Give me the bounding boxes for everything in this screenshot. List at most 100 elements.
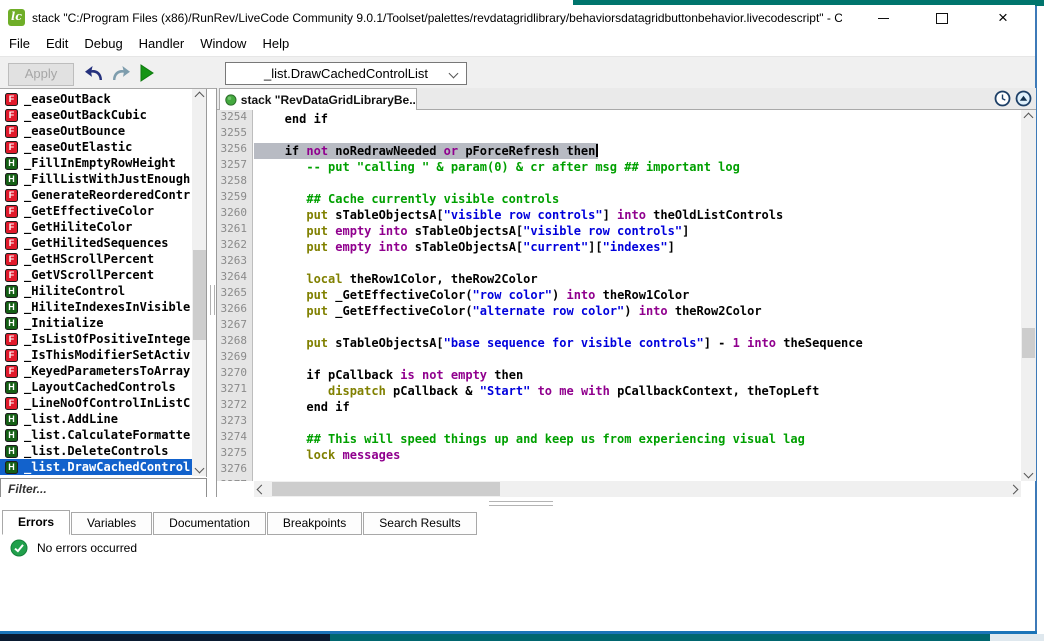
sidebar-item[interactable]: H_list.CalculateFormatte bbox=[0, 427, 192, 443]
scroll-down-icon[interactable] bbox=[1021, 466, 1036, 481]
sidebar-item[interactable]: F_GetEffectiveColor bbox=[0, 203, 192, 219]
function-icon: F bbox=[5, 141, 18, 154]
sidebar-item[interactable]: F_easeOutElastic bbox=[0, 139, 192, 155]
tab-variables[interactable]: Variables bbox=[71, 512, 152, 535]
sidebar-item[interactable]: F_GetHScrollPercent bbox=[0, 251, 192, 267]
code-line[interactable]: put _GetEffectiveColor("alternate row co… bbox=[253, 302, 1021, 318]
sidebar-item[interactable]: F_LineNoOfControlInListC bbox=[0, 395, 192, 411]
scrollbar-thumb[interactable] bbox=[272, 482, 500, 496]
sidebar-item[interactable]: H_FillInEmptyRowHeight bbox=[0, 155, 192, 171]
sidebar-item[interactable]: F_easeOutBack bbox=[0, 91, 192, 107]
code-line-text: put empty into sTableObjectsA["visible r… bbox=[254, 223, 689, 239]
sidebar-item[interactable]: H_Initialize bbox=[0, 315, 192, 331]
code-line[interactable]: ## This will speed things up and keep us… bbox=[253, 430, 1021, 446]
handler-icon: H bbox=[5, 173, 18, 186]
scroll-left-icon[interactable] bbox=[254, 481, 269, 497]
clock-icon bbox=[994, 90, 1011, 107]
code-line[interactable]: ## Cache currently visible controls bbox=[253, 190, 1021, 206]
code-line[interactable] bbox=[253, 174, 1021, 190]
sidebar-item[interactable]: F_easeOutBounce bbox=[0, 123, 192, 139]
apply-button[interactable]: Apply bbox=[8, 63, 74, 86]
sidebar-item[interactable]: H _FillListWithJustEnough bbox=[0, 171, 192, 187]
sidebar-item[interactable]: F_GetHiliteColor bbox=[0, 219, 192, 235]
sidebar-item[interactable]: F_IsThisModifierSetActiv bbox=[0, 347, 192, 363]
code-line[interactable] bbox=[253, 350, 1021, 366]
sidebar-item[interactable]: F_GetHilitedSequences bbox=[0, 235, 192, 251]
vertical-splitter[interactable] bbox=[208, 89, 216, 477]
code-line[interactable]: put empty into sTableObjectsA["current"]… bbox=[253, 238, 1021, 254]
code-line[interactable]: -- put "calling " & param(0) & cr after … bbox=[253, 158, 1021, 174]
code-line[interactable] bbox=[253, 254, 1021, 270]
handler-list-scrollbar[interactable] bbox=[192, 89, 207, 476]
sidebar-item[interactable]: F_KeyedParametersToArray bbox=[0, 363, 192, 379]
sidebar-item-label: _FillListWithJustEnough bbox=[24, 172, 190, 186]
redo-button[interactable] bbox=[109, 62, 133, 84]
close-button[interactable]: × bbox=[981, 5, 1025, 31]
menu-item-debug[interactable]: Debug bbox=[76, 31, 130, 56]
sidebar-item[interactable]: H_HiliteControl bbox=[0, 283, 192, 299]
sidebar-item[interactable]: F_GetVScrollPercent bbox=[0, 267, 192, 283]
sidebar-item[interactable]: H_list.DrawCachedControl bbox=[0, 459, 192, 475]
scrollbar-thumb[interactable] bbox=[1022, 328, 1035, 358]
line-number: 3265 bbox=[217, 286, 252, 302]
sidebar-item[interactable]: H_LayoutCachedControls bbox=[0, 379, 192, 395]
undo-button[interactable] bbox=[82, 62, 106, 84]
code-line-text: end if bbox=[254, 399, 350, 415]
menu-item-edit[interactable]: Edit bbox=[38, 31, 76, 56]
code-line[interactable]: local theRow1Color, theRow2Color bbox=[253, 270, 1021, 286]
menu-item-window[interactable]: Window bbox=[192, 31, 254, 56]
sidebar-item-label: _HiliteIndexesInVisible bbox=[24, 300, 190, 314]
scroll-up-icon[interactable] bbox=[192, 89, 207, 104]
scroll-up-icon[interactable] bbox=[1021, 110, 1036, 125]
horizontal-scrollbar[interactable] bbox=[254, 481, 1021, 497]
collapse-button[interactable] bbox=[1015, 90, 1033, 108]
scroll-right-icon[interactable] bbox=[1006, 481, 1021, 497]
code-line[interactable]: end if bbox=[253, 398, 1021, 414]
code-line[interactable]: put sTableObjectsA["visible row controls… bbox=[253, 206, 1021, 222]
sidebar-item[interactable]: F_IsListOfPositiveIntege bbox=[0, 331, 192, 347]
code-line[interactable]: end if bbox=[253, 110, 1021, 126]
horizontal-splitter[interactable] bbox=[0, 497, 1035, 510]
code-line[interactable]: put _GetEffectiveColor("row color") into… bbox=[253, 286, 1021, 302]
splitter-grip-icon bbox=[489, 501, 553, 506]
tab-search-results[interactable]: Search Results bbox=[363, 512, 476, 535]
scroll-down-icon[interactable] bbox=[192, 461, 207, 476]
code-line[interactable]: put empty into sTableObjectsA["visible r… bbox=[253, 222, 1021, 238]
filter-input[interactable] bbox=[1, 479, 206, 499]
handler-selector-value: _list.DrawCachedControlList bbox=[226, 63, 466, 84]
code-line[interactable] bbox=[253, 462, 1021, 478]
sidebar-item[interactable]: F_easeOutBackCubic bbox=[0, 107, 192, 123]
handler-selector[interactable]: _list.DrawCachedControlList bbox=[225, 62, 467, 85]
sidebar-item-label: _GenerateReorderedContr bbox=[24, 188, 190, 202]
minimize-button[interactable] bbox=[861, 5, 905, 31]
code-line[interactable]: lock messages bbox=[253, 446, 1021, 462]
code-line[interactable]: if pCallback is not empty then bbox=[253, 366, 1021, 382]
tab-breakpoints[interactable]: Breakpoints bbox=[267, 512, 362, 535]
code-line[interactable]: if not noRedrawNeeded or pForceRefresh t… bbox=[253, 142, 1021, 158]
line-number: 3266 bbox=[217, 302, 252, 318]
sidebar-item[interactable]: H_list.DeleteControls bbox=[0, 443, 192, 459]
menu-item-file[interactable]: File bbox=[0, 31, 38, 56]
tab-errors[interactable]: Errors bbox=[2, 510, 70, 535]
code-line[interactable] bbox=[253, 318, 1021, 334]
desktop-edge-navy bbox=[0, 634, 330, 641]
function-icon: F bbox=[5, 109, 18, 122]
sidebar-item[interactable]: H_list.AddLine bbox=[0, 411, 192, 427]
menu-item-handler[interactable]: Handler bbox=[131, 31, 193, 56]
scrollbar-thumb[interactable] bbox=[193, 250, 206, 340]
editor-tab[interactable]: stack "RevDataGridLibraryBe... bbox=[219, 88, 417, 110]
sidebar-item[interactable]: H_HiliteIndexesInVisible bbox=[0, 299, 192, 315]
menu-item-help[interactable]: Help bbox=[254, 31, 297, 56]
sidebar-item[interactable]: F_GenerateReorderedContr bbox=[0, 187, 192, 203]
code-line[interactable] bbox=[253, 414, 1021, 430]
code-line[interactable]: put sTableObjectsA["base sequence for vi… bbox=[253, 334, 1021, 350]
code-line[interactable] bbox=[253, 126, 1021, 142]
code-line[interactable]: dispatch pCallback & "Start" to me with … bbox=[253, 382, 1021, 398]
run-button[interactable] bbox=[135, 62, 159, 84]
tab-documentation[interactable]: Documentation bbox=[153, 512, 266, 535]
code-area[interactable]: end if if not noRedrawNeeded or pForceRe… bbox=[253, 110, 1021, 481]
vertical-scrollbar[interactable] bbox=[1021, 110, 1036, 481]
maximize-button[interactable] bbox=[920, 5, 964, 31]
history-button[interactable] bbox=[994, 90, 1012, 108]
handler-icon: H bbox=[5, 317, 18, 330]
